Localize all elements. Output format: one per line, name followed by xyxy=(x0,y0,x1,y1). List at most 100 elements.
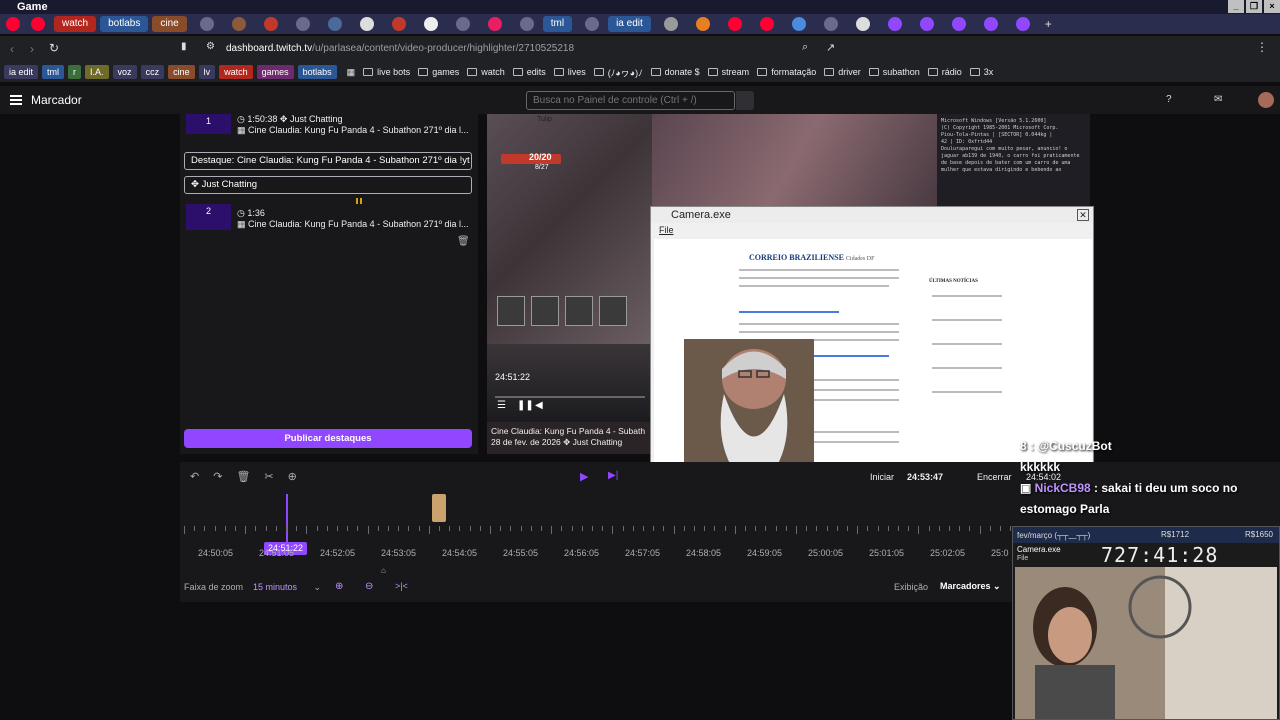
tab-favicon[interactable] xyxy=(663,17,678,31)
hamburger-menu-icon[interactable] xyxy=(10,95,22,105)
bookmark-tag[interactable]: tml xyxy=(42,65,65,79)
tab-favicon[interactable] xyxy=(585,17,600,31)
bookmark-folder[interactable]: donate $ xyxy=(650,67,700,77)
youtube-icon[interactable] xyxy=(31,17,45,31)
small-camera-file-menu[interactable]: File xyxy=(1017,555,1028,562)
bookmark-tag[interactable]: lv xyxy=(198,65,216,79)
twitch-icon[interactable] xyxy=(951,17,966,31)
new-tab-icon[interactable]: + xyxy=(1045,17,1052,31)
bookmark-folder[interactable]: stream xyxy=(707,67,749,77)
bookmark-tag[interactable]: games xyxy=(256,65,294,79)
share-icon[interactable]: ↗ xyxy=(826,41,835,54)
twitch-icon[interactable] xyxy=(1015,17,1030,31)
menu-icon[interactable]: ⋮ xyxy=(1256,40,1268,54)
bookmark-tag[interactable]: ia edit xyxy=(4,65,39,79)
tab-watch[interactable]: watch xyxy=(54,16,97,32)
dashboard-search-input[interactable] xyxy=(526,91,735,110)
bookmark-folder[interactable]: subathon xyxy=(868,67,920,77)
tab-favicon[interactable] xyxy=(199,17,214,31)
timeline-track[interactable] xyxy=(184,494,1014,532)
url-field[interactable]: dashboard.twitch.tv/u/parlasea/content/v… xyxy=(226,43,574,54)
twitch-icon[interactable] xyxy=(983,17,998,31)
bookmark-icon[interactable]: ▮ xyxy=(181,41,187,52)
apps-grid-icon[interactable]: ▦ xyxy=(347,67,356,78)
publish-highlights-button[interactable]: Publicar destaques xyxy=(184,429,472,448)
bookmark-tag[interactable]: voz xyxy=(112,65,137,79)
clip-marker[interactable] xyxy=(432,494,446,522)
tab-favicon[interactable] xyxy=(695,17,710,31)
bookmark-folder[interactable]: edits xyxy=(512,67,546,77)
play-icon[interactable]: ▶ xyxy=(580,470,588,483)
bookmark-folder[interactable]: games xyxy=(418,67,459,77)
highlight-item[interactable]: 2 ◷ 1:36 ▦ Cine Claudia: Kung Fu Panda 4… xyxy=(180,204,478,230)
bookmark-tag[interactable]: botlabs xyxy=(297,65,337,79)
cut-icon[interactable]: ✂ xyxy=(264,470,273,483)
camera-window-title[interactable]: Camera.exe xyxy=(651,207,1093,223)
tab-favicon[interactable] xyxy=(487,17,502,31)
bookmark-folder[interactable]: lives xyxy=(553,67,586,77)
zoom-out-icon[interactable]: ⊖ xyxy=(365,581,373,592)
bookmark-folder[interactable]: watch xyxy=(467,67,505,77)
volume-icon[interactable]: ◀ xyxy=(535,400,543,411)
camera-file-menu[interactable]: File xyxy=(659,225,674,235)
tab-favicon[interactable] xyxy=(791,17,806,31)
tab-favicon[interactable] xyxy=(423,17,438,31)
highlight-item[interactable]: 1 ◷ 1:50:38 ✥ Just Chatting ▦ Cine Claud… xyxy=(180,114,478,140)
bookmark-tag[interactable]: r xyxy=(68,65,82,79)
tab-favicon[interactable] xyxy=(759,17,774,31)
delete-icon[interactable]: 🗑 xyxy=(236,470,250,483)
twitch-icon[interactable] xyxy=(887,17,902,31)
tab-favicon[interactable] xyxy=(519,17,534,31)
bookmark-folder[interactable]: (ﾉ◕ヮ◕)ﾉ xyxy=(593,66,643,79)
skip-end-icon[interactable]: ▶| xyxy=(608,470,618,481)
zoom-in-icon[interactable]: ⊕ xyxy=(335,581,343,592)
tab-favicon[interactable] xyxy=(855,17,870,31)
fit-icon[interactable]: >|< xyxy=(395,581,408,591)
bookmark-tag[interactable]: ccz xyxy=(140,65,165,79)
zoom-icon[interactable]: ⌕ xyxy=(802,41,808,54)
redo-icon[interactable]: ↷ xyxy=(213,470,222,483)
bookmark-tag[interactable]: cine xyxy=(168,65,195,79)
search-icon[interactable] xyxy=(736,91,754,110)
close-button[interactable]: × xyxy=(1264,0,1280,13)
bookmark-folder[interactable]: formatação xyxy=(757,67,816,77)
avatar[interactable] xyxy=(1258,92,1274,108)
start-time[interactable]: 24:53:47 xyxy=(907,472,943,482)
category-field[interactable]: ✥ Just Chatting xyxy=(184,176,472,194)
highlight-title-field[interactable]: Destaque: Cine Claudia: Kung Fu Panda 4 … xyxy=(184,152,472,170)
inbox-icon[interactable]: ✉ xyxy=(1214,94,1222,105)
add-clip-icon[interactable]: ⊕ xyxy=(288,470,297,483)
camera-window[interactable]: Camera.exe ✕ File CORREIO BRAZILIENSE Ci… xyxy=(650,206,1094,474)
tab-favicon[interactable] xyxy=(327,17,342,31)
chapters-icon[interactable]: ☰ xyxy=(497,400,506,411)
forward-icon[interactable]: › xyxy=(30,42,34,56)
tab-botlabs[interactable]: botlabs xyxy=(100,16,149,32)
video-progress[interactable] xyxy=(495,396,645,398)
reload-icon[interactable]: ↻ xyxy=(49,41,59,55)
tab-favicon[interactable] xyxy=(455,17,470,31)
tab-favicon[interactable] xyxy=(263,17,278,31)
maximize-button[interactable]: ❐ xyxy=(1246,0,1262,13)
marker-icon[interactable]: ⌂ xyxy=(381,566,386,575)
zoom-select[interactable]: 15 minutos ⌄ xyxy=(253,582,321,593)
bookmark-tag[interactable]: watch xyxy=(219,65,253,79)
twitch-icon[interactable] xyxy=(919,17,934,31)
bookmark-folder[interactable]: live bots xyxy=(363,67,410,77)
bookmark-folder[interactable]: driver xyxy=(824,67,861,77)
tab-favicon[interactable] xyxy=(727,17,742,31)
minimize-button[interactable]: _ xyxy=(1228,0,1244,13)
undo-icon[interactable]: ↶ xyxy=(190,470,199,483)
trash-icon[interactable]: 🗑 xyxy=(457,236,470,247)
help-icon[interactable]: ? xyxy=(1166,94,1172,105)
camera-close-button[interactable]: ✕ xyxy=(1077,209,1089,221)
bookmark-folder[interactable]: rádio xyxy=(927,67,962,77)
tab-favicon[interactable] xyxy=(823,17,838,31)
youtube-icon[interactable] xyxy=(6,17,20,31)
pause-icon[interactable]: ❚❚ xyxy=(517,400,534,411)
bookmark-folder[interactable]: 3x xyxy=(969,67,993,77)
site-info-icon[interactable]: ⚙ xyxy=(206,41,215,52)
tab-favicon[interactable] xyxy=(231,17,246,31)
back-icon[interactable]: ‹ xyxy=(10,42,14,56)
tab-favicon[interactable] xyxy=(391,17,406,31)
tab-favicon[interactable] xyxy=(295,17,310,31)
